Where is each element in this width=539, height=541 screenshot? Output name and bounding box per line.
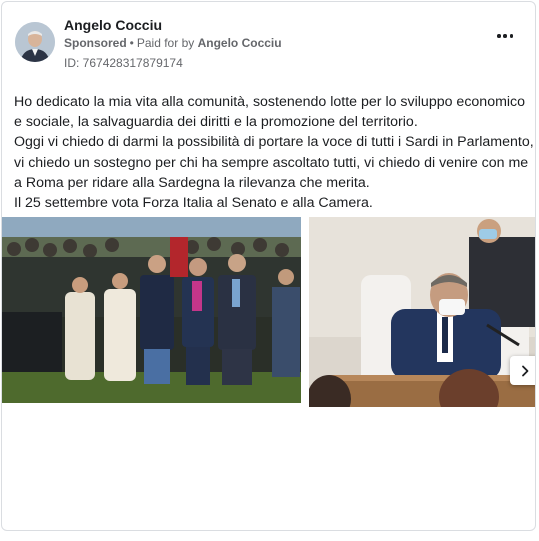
sponsored-label: Sponsored [64, 36, 127, 50]
paid-for-prefix: Paid for by [136, 36, 195, 50]
sponsored-line: Sponsored • Paid for by Angelo Cocciu [64, 36, 282, 50]
post-text-line: Il 25 settembre vota Forza Italia al Sen… [14, 195, 373, 212]
paid-for-name[interactable]: Angelo Cocciu [198, 36, 282, 50]
post-text-line: Oggi vi chiedo di darmi la possibilità d… [14, 134, 534, 151]
carousel-image-event[interactable] [2, 217, 301, 403]
post-text-line: Ho dedicato la mia vita alla comunità, s… [14, 94, 526, 110]
author-name[interactable]: Angelo Cocciu [64, 17, 162, 33]
image-carousel[interactable] [2, 217, 535, 407]
ad-id: ID: 767428317879174 [64, 56, 183, 70]
post-text-line: vi chiedo un sostegno per chi ha sempre … [14, 154, 529, 171]
carousel-next-button[interactable] [510, 356, 535, 385]
separator-dot: • [129, 36, 134, 50]
post-text-line: a Roma per ridare alla Sardegna la rilev… [14, 174, 370, 191]
carousel-image-chamber[interactable] [309, 217, 535, 407]
more-horizontal-icon [497, 34, 501, 38]
ad-card: Angelo Cocciu Sponsored • Paid for by Ange… [1, 1, 536, 531]
post-text: Ho dedicato la mia vita alla comunità, s… [14, 92, 534, 213]
post-text-line: e sociale, la salvaguardia dei diritti e… [14, 114, 418, 131]
author-avatar[interactable] [15, 22, 55, 62]
chevron-right-icon [521, 365, 528, 376]
more-options-button[interactable] [497, 32, 513, 40]
